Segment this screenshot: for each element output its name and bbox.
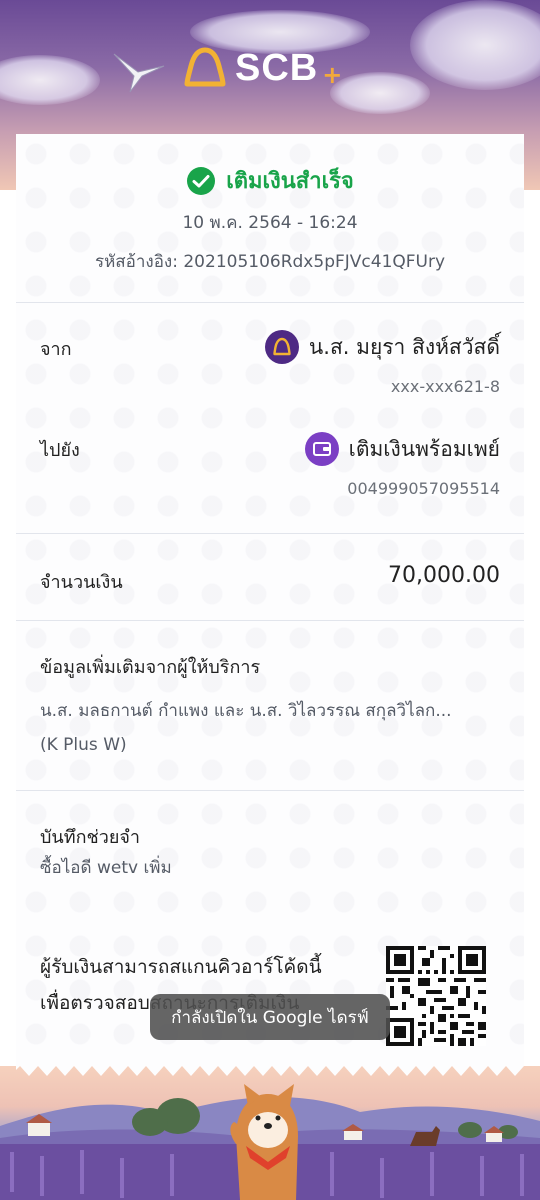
amount-value: 70,000.00 [388,563,500,588]
divider [16,533,524,534]
success-status: เติมเงินสำเร็จ [0,163,540,198]
transaction-reference: รหัสอ้างอิง: 202105106Rdx5pFJVc41QFUry [94,252,446,272]
memo-text: ซื้อไอดี wetv เพิ่ม [40,858,172,878]
to-party: เติมเงินพร้อมเพย์ [304,432,500,466]
cloud [410,0,540,90]
qr-code [386,946,486,1046]
check-circle-icon [187,166,216,195]
to-account: 004999057095514 [347,479,500,498]
receipt-zigzag-edge [16,1062,524,1076]
scb-logo-icon [273,337,291,356]
brand-name: SCB [235,46,319,89]
scb-logo-icon [184,47,226,87]
provider-info-line1: น.ส. มลธกานต์ กำแพง และ น.ส. วิไลวรรณ สก… [40,701,452,721]
transaction-datetime: 10 พ.ค. 2564 - 16:24 [182,213,358,233]
cloud [330,72,430,114]
bird-illustration [113,53,165,93]
dog-mascot [230,1084,298,1200]
toast-text: กำลังเปิดใน Google ไดรฟ์ [171,1007,369,1028]
toast-notification: กำลังเปิดใน Google ไดรฟ์ [150,994,390,1040]
scb-logo: SCB + [183,44,342,92]
qr-description-line1: ผู้รับเงินสามารถสแกนคิวอาร์โค้ดนี้ [40,956,322,978]
wallet-icon [312,442,331,456]
to-label: ไปยัง [40,440,80,461]
wallet-account-icon [304,432,339,466]
divider [16,790,524,791]
divider [16,302,524,303]
from-label: จาก [40,339,72,360]
from-party: น.ส. มยุรา สิงห์สวัสดิ์ [264,330,500,364]
footer-illustration [0,1066,540,1200]
landscape-illustration [0,1084,540,1200]
success-title: เติมเงินสำเร็จ [226,169,354,194]
to-name: เติมเงินพร้อมเพย์ [348,436,500,461]
provider-info-label: ข้อมูลเพิ่มเติมจากผู้ให้บริการ [40,657,261,678]
cloud [0,55,100,105]
amount-label: จำนวนเงิน [40,572,123,593]
from-account: xxx-xxx621-8 [390,377,500,396]
from-name: น.ส. มยุรา สิงห์สวัสดิ์ [308,334,500,359]
brand-plus: + [322,61,343,89]
memo-label: บันทึกช่วยจำ [40,827,141,848]
divider [16,620,524,621]
scb-account-icon [264,330,299,364]
provider-info-line2: (K Plus W) [40,735,127,755]
